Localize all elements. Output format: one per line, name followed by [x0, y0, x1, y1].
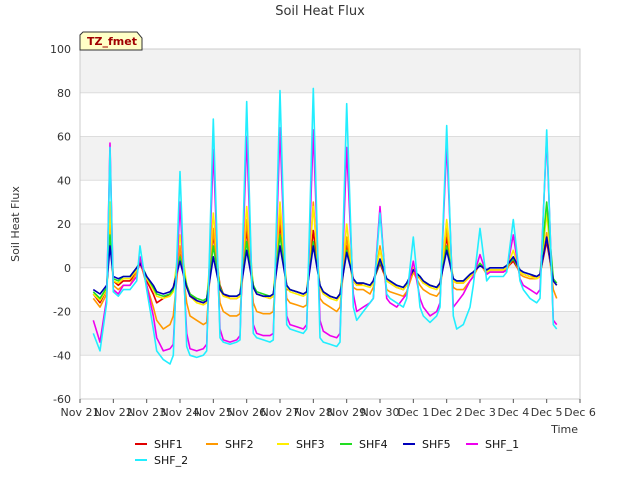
y-tick-label: -40 — [53, 349, 71, 362]
y-tick-label: 20 — [57, 218, 71, 231]
x-axis-title: Time — [550, 423, 578, 436]
plot-area — [79, 48, 581, 400]
y-tick-label: -20 — [53, 306, 71, 319]
grid-band — [80, 311, 580, 356]
x-tick-label: Dec 3 — [464, 406, 496, 419]
x-tick-label: Dec 4 — [497, 406, 529, 419]
chart-title: Soil Heat Flux — [275, 4, 365, 19]
y-axis-title: Soil Heat Flux — [9, 186, 22, 262]
x-tick-label: Dec 1 — [397, 406, 429, 419]
x-tick-label: Dec 5 — [531, 406, 563, 419]
y-tick-label: 80 — [57, 87, 71, 100]
y-tick-label: 60 — [57, 131, 71, 144]
y-tick-label: -60 — [53, 393, 71, 406]
y-tick-label: 100 — [50, 43, 71, 56]
legend-label: SHF_2 — [154, 454, 188, 467]
legend-label: SHF1 — [154, 438, 183, 451]
y-tick-label: 0 — [64, 262, 71, 275]
grid-band — [80, 49, 580, 93]
station-badge: TZ_fmet — [79, 31, 143, 51]
legend-label: SHF5 — [422, 438, 451, 451]
x-tick-label: Nov 30 — [361, 406, 400, 419]
grid-band — [80, 224, 580, 268]
legend-label: SHF_1 — [485, 438, 519, 451]
x-tick-label: Dec 2 — [431, 406, 463, 419]
legend-label: SHF2 — [225, 438, 254, 451]
soil-heat-flux-chart: Soil Heat Flux -60 -40 -20 0 20 40 60 80 100 Nov… — [0, 0, 640, 480]
legend-label: SHF3 — [296, 438, 325, 451]
x-tick-label: Dec 6 — [564, 406, 596, 419]
badge-label: TZ_fmet — [87, 35, 137, 48]
y-tick-label: 40 — [57, 174, 71, 187]
legend-label: SHF4 — [359, 438, 388, 451]
grid-band — [80, 136, 580, 181]
